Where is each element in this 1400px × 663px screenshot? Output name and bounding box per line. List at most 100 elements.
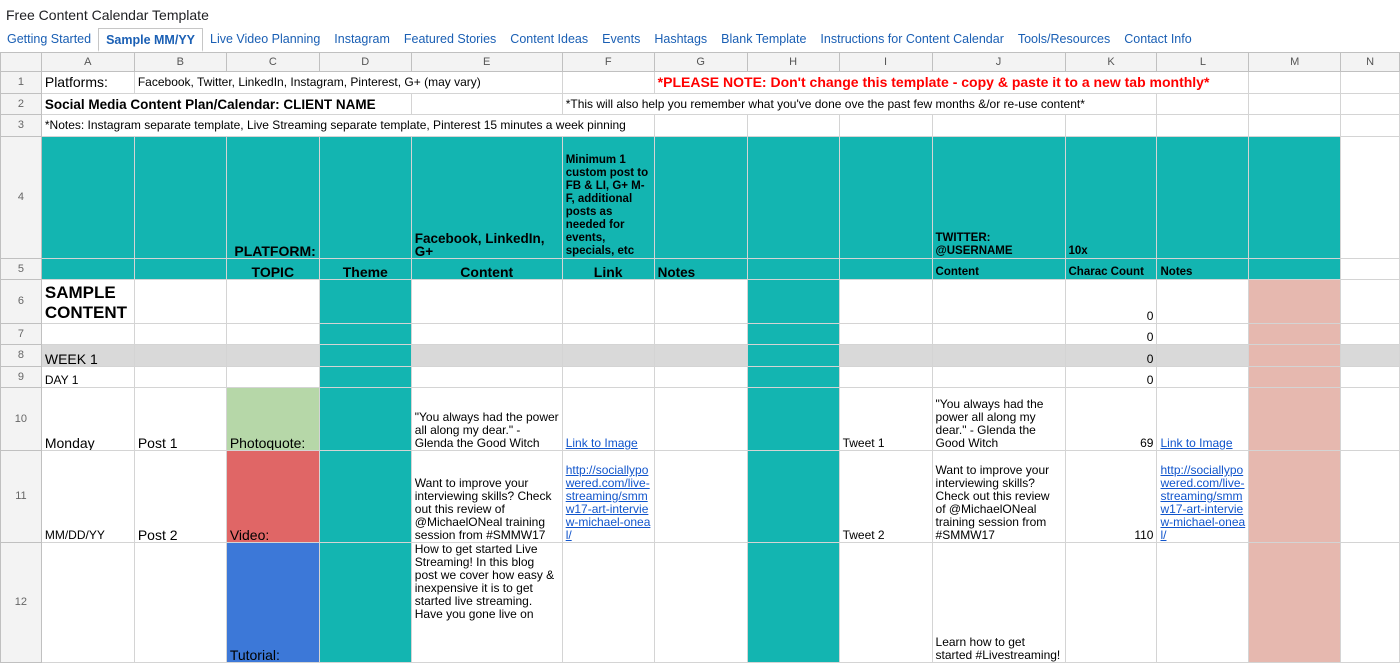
cell[interactable] <box>746 136 840 259</box>
cell-k10[interactable]: 69 <box>1064 387 1158 451</box>
cell-e4[interactable]: Facebook, LinkedIn, G+ <box>410 136 563 259</box>
column-header[interactable]: F <box>561 52 655 72</box>
cell[interactable] <box>133 542 227 663</box>
cell[interactable] <box>1248 366 1342 388</box>
cell[interactable] <box>133 258 227 280</box>
tab-hashtags[interactable]: Hashtags <box>647 28 714 52</box>
cell[interactable] <box>1248 114 1342 137</box>
cell[interactable] <box>40 323 135 345</box>
cell-c10[interactable]: Photoquote: <box>225 387 320 451</box>
cell-g5[interactable]: Notes <box>653 258 748 280</box>
tab-getting-started[interactable]: Getting Started <box>0 28 98 52</box>
cell[interactable] <box>1156 344 1250 367</box>
cell[interactable] <box>561 542 655 663</box>
cell[interactable] <box>318 542 412 663</box>
cell[interactable] <box>931 323 1066 345</box>
cell[interactable] <box>561 71 655 94</box>
link-to-image[interactable]: Link to Image <box>566 436 638 450</box>
cell-l11[interactable]: http://sociallypowered.com/live-streamin… <box>1156 450 1250 543</box>
cell[interactable] <box>1156 366 1250 388</box>
cell[interactable] <box>746 279 840 324</box>
cell[interactable] <box>410 323 563 345</box>
cell[interactable] <box>318 323 412 345</box>
cell[interactable] <box>1340 71 1400 94</box>
cell-a1[interactable]: Platforms: <box>40 71 135 94</box>
cell[interactable] <box>746 258 840 280</box>
cell[interactable] <box>410 366 563 388</box>
tab-blank-template[interactable]: Blank Template <box>714 28 813 52</box>
column-header[interactable]: K <box>1064 52 1158 72</box>
cell[interactable] <box>653 279 748 324</box>
cell[interactable] <box>653 114 748 137</box>
cell-d5[interactable]: Theme <box>318 258 412 280</box>
cell[interactable] <box>1340 279 1400 324</box>
cell-a2[interactable]: Social Media Content Plan/Calendar: CLIE… <box>40 93 412 115</box>
cell-a11[interactable]: MM/DD/YY <box>40 450 135 543</box>
cell[interactable] <box>653 387 748 451</box>
cell-j4[interactable]: TWITTER: @USERNAME <box>931 136 1066 259</box>
cell[interactable] <box>1340 258 1400 280</box>
cell-l5[interactable]: Notes <box>1156 258 1250 280</box>
cell-e11[interactable]: Want to improve your interviewing skills… <box>410 450 563 543</box>
cell-j5[interactable]: Content <box>931 258 1066 280</box>
cell[interactable] <box>410 344 563 367</box>
cell[interactable] <box>838 258 933 280</box>
cell[interactable] <box>1156 136 1250 259</box>
cell[interactable] <box>1340 387 1400 451</box>
cell[interactable] <box>1064 114 1158 137</box>
cell[interactable] <box>838 542 933 663</box>
row-header[interactable]: 11 <box>0 450 42 543</box>
cell[interactable] <box>318 366 412 388</box>
cell-a6[interactable]: SAMPLE CONTENT <box>40 279 135 324</box>
cell-l10[interactable]: Link to Image <box>1156 387 1250 451</box>
article-link[interactable]: http://sociallypowered.com/live-streamin… <box>566 463 651 542</box>
cell[interactable] <box>40 542 135 663</box>
cell[interactable] <box>653 450 748 543</box>
row-header[interactable]: 8 <box>0 344 42 367</box>
cell[interactable] <box>561 323 655 345</box>
cell-k8[interactable]: 0 <box>1064 344 1158 367</box>
cell-b11[interactable]: Post 2 <box>133 450 227 543</box>
cell-k4[interactable]: 10x <box>1064 136 1158 259</box>
cell[interactable] <box>410 279 563 324</box>
cell[interactable] <box>1340 93 1400 115</box>
cell[interactable] <box>746 344 840 367</box>
tab-events[interactable]: Events <box>595 28 647 52</box>
tab-tools-resources[interactable]: Tools/Resources <box>1011 28 1117 52</box>
cell-k11[interactable]: 110 <box>1064 450 1158 543</box>
cell[interactable] <box>746 387 840 451</box>
cell[interactable] <box>40 258 135 280</box>
column-header[interactable]: M <box>1248 52 1342 72</box>
cell-f10[interactable]: Link to Image <box>561 387 655 451</box>
column-header[interactable]: B <box>133 52 227 72</box>
cell[interactable] <box>838 114 933 137</box>
cell[interactable] <box>1248 279 1342 324</box>
cell-k9[interactable]: 0 <box>1064 366 1158 388</box>
row-header[interactable]: 3 <box>0 114 42 137</box>
cell[interactable] <box>1156 279 1250 324</box>
column-header[interactable]: C <box>225 52 320 72</box>
cell[interactable] <box>838 366 933 388</box>
cell[interactable] <box>410 93 563 115</box>
cell[interactable] <box>1248 323 1342 345</box>
cell[interactable] <box>561 279 655 324</box>
cell[interactable] <box>931 279 1066 324</box>
row-header[interactable]: 5 <box>0 258 42 280</box>
cell[interactable] <box>1064 542 1158 663</box>
cell-e12[interactable]: How to get started Live Streaming! In th… <box>410 542 563 663</box>
cell-i10[interactable]: Tweet 1 <box>838 387 933 451</box>
column-header[interactable]: G <box>653 52 748 72</box>
row-header[interactable]: 4 <box>0 136 42 259</box>
row-header[interactable]: 9 <box>0 366 42 388</box>
cell[interactable] <box>1340 542 1400 663</box>
cell[interactable] <box>225 279 320 324</box>
cell-a9[interactable]: DAY 1 <box>40 366 135 388</box>
cell-h2[interactable]: *This will also help you remember what y… <box>561 93 1158 115</box>
tab-content-ideas[interactable]: Content Ideas <box>503 28 595 52</box>
article-link[interactable]: http://sociallypowered.com/live-streamin… <box>1160 463 1245 542</box>
cell[interactable] <box>1248 387 1342 451</box>
cell[interactable] <box>931 344 1066 367</box>
row-header[interactable]: 10 <box>0 387 42 451</box>
cell[interactable] <box>653 366 748 388</box>
cell[interactable] <box>746 323 840 345</box>
